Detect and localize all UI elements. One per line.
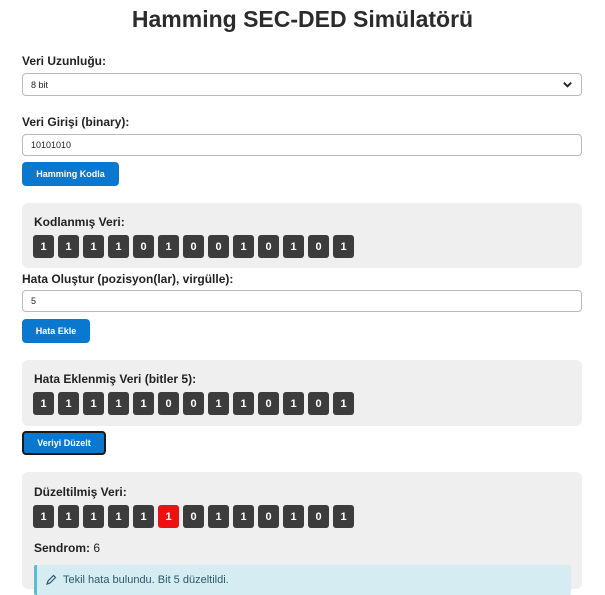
encoded-panel: Kodlanmış Veri: 1111010010101 [22,203,582,268]
corrected-panel: Düzeltilmiş Veri: 1111110110101 Sendrom:… [22,472,582,595]
chevron-down-icon [563,82,572,88]
bit-cell: 1 [208,392,229,415]
erroneous-panel: Hata Eklenmiş Veri (bitler 5): 111110011… [22,360,582,426]
bit-cell: 1 [158,505,179,528]
bit-cell: 1 [133,505,154,528]
error-position-input[interactable]: 5 [22,290,582,312]
bit-cell: 0 [183,392,204,415]
bit-cell: 0 [208,235,229,258]
result-message: Tekil hata bulundu. Bit 5 düzeltildi. [63,574,229,586]
error-position-value: 5 [31,296,37,306]
bit-cell: 1 [33,505,54,528]
syndrome-label: Sendrom: [34,541,91,555]
bit-cell: 1 [108,235,129,258]
error-input-label: Hata Oluştur (pozisyon(lar), virgülle): [22,272,234,286]
result-alert: Tekil hata bulundu. Bit 5 düzeltildi. [34,565,571,595]
corrected-bits: 1111110110101 [33,505,354,528]
length-select-value: 8 bit [31,79,49,90]
encoded-bits: 1111010010101 [33,235,354,258]
bit-cell: 0 [258,392,279,415]
syndrome-text: Sendrom: 6 [34,541,100,555]
encode-button[interactable]: Hamming Kodla [22,162,119,186]
bit-cell: 1 [58,235,79,258]
bit-cell: 1 [233,235,254,258]
bit-cell: 1 [108,392,129,415]
bit-cell: 1 [83,505,104,528]
bit-cell: 1 [33,392,54,415]
bit-cell: 1 [108,505,129,528]
bit-cell: 1 [208,505,229,528]
encoded-label: Kodlanmış Veri: [34,215,125,229]
bit-cell: 0 [308,235,329,258]
bit-cell: 1 [283,235,304,258]
bit-cell: 1 [33,235,54,258]
bit-cell: 1 [83,235,104,258]
bit-cell: 1 [158,235,179,258]
data-input-label: Veri Girişi (binary): [22,115,130,129]
bit-cell: 0 [258,505,279,528]
bit-cell: 1 [233,392,254,415]
data-input-value: 10101010 [31,140,72,150]
page-title: Hamming SEC-DED Simülatörü [131,6,474,32]
add-error-button[interactable]: Hata Ekle [22,319,90,343]
correct-button[interactable]: Veriyi Düzelt [22,431,106,455]
bit-cell: 0 [158,392,179,415]
bit-cell: 1 [58,505,79,528]
bit-cell: 0 [258,235,279,258]
bit-cell: 0 [133,235,154,258]
corrected-label: Düzeltilmiş Veri: [34,485,127,499]
length-select[interactable]: 8 bit [22,73,582,96]
bit-cell: 1 [283,505,304,528]
bit-cell: 0 [308,392,329,415]
length-label: Veri Uzunluğu: [22,54,106,68]
bit-cell: 1 [333,392,354,415]
erroneous-label: Hata Eklenmiş Veri (bitler 5): [34,372,197,386]
pencil-icon [46,574,57,585]
bit-cell: 1 [58,392,79,415]
erroneous-bits: 1111100110101 [33,392,354,415]
bit-cell: 0 [183,505,204,528]
bit-cell: 1 [133,392,154,415]
bit-cell: 1 [233,505,254,528]
bit-cell: 0 [183,235,204,258]
bit-cell: 0 [308,505,329,528]
bit-cell: 1 [333,505,354,528]
bit-cell: 1 [333,235,354,258]
bit-cell: 1 [83,392,104,415]
bit-cell: 1 [283,392,304,415]
syndrome-value: 6 [93,541,101,555]
data-input[interactable]: 10101010 [22,134,582,156]
